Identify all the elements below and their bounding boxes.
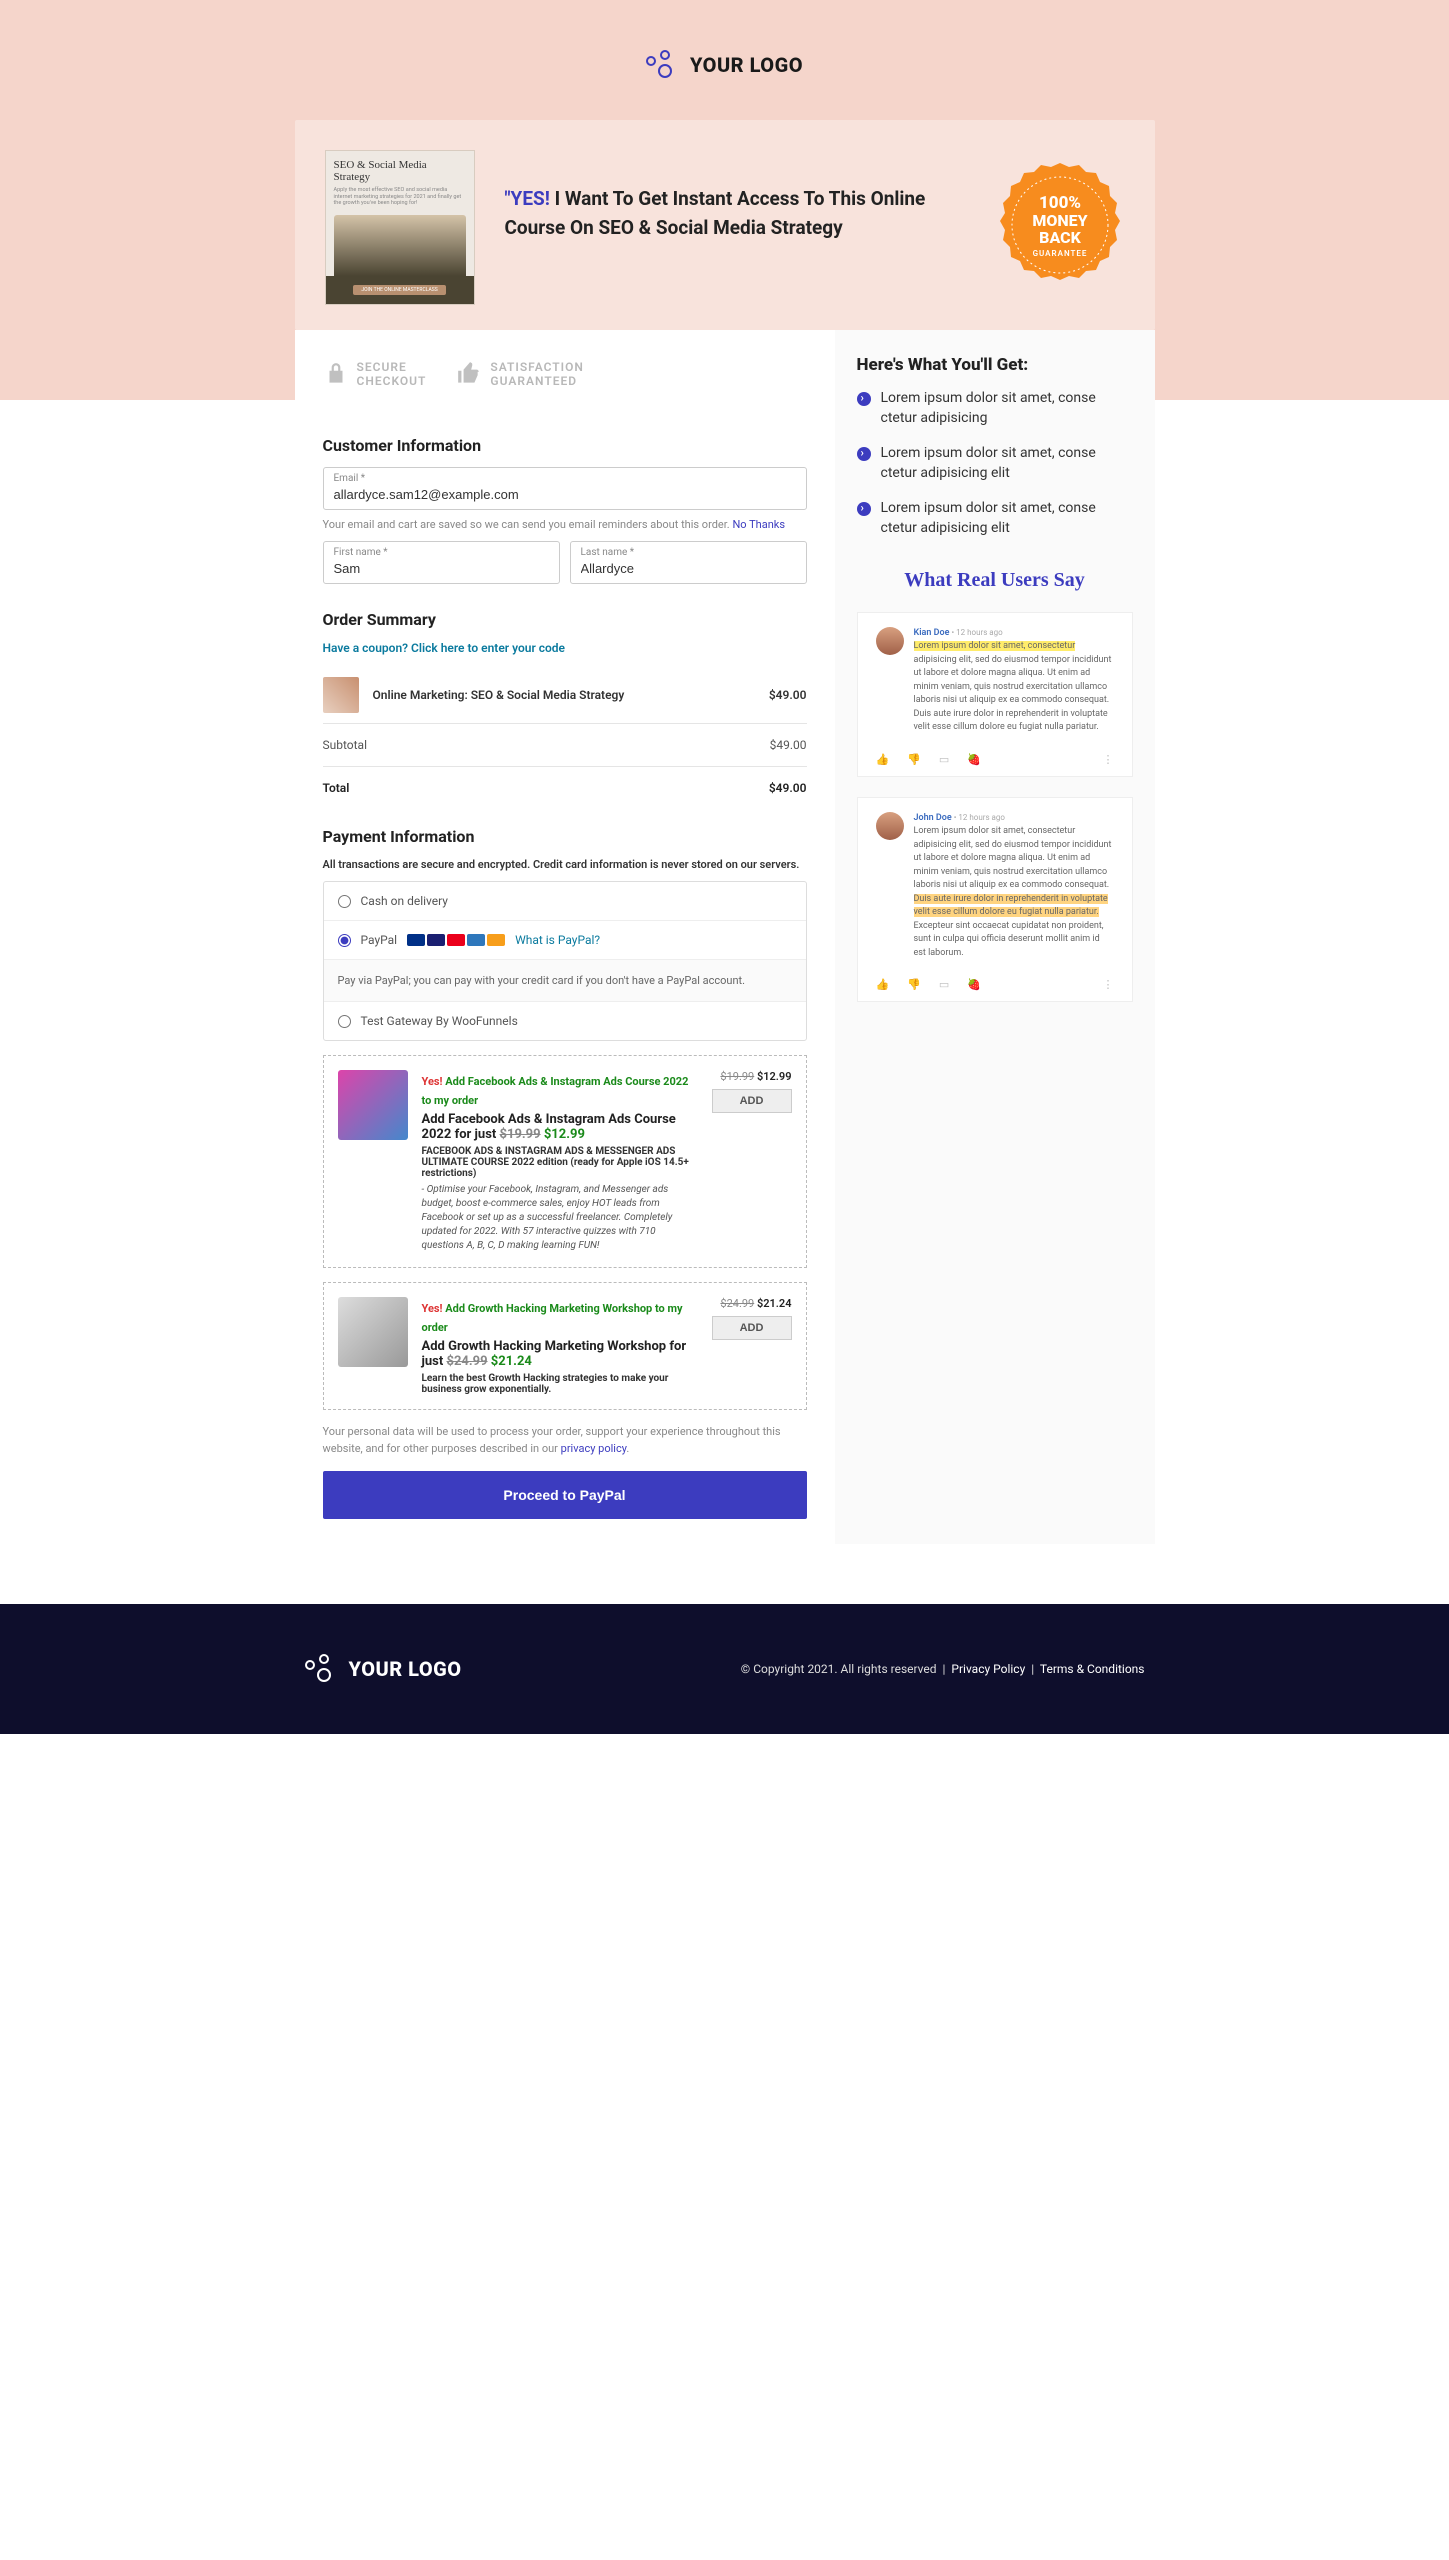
bump1-thumb-icon [338,1070,408,1140]
trust-badges: SECURECHECKOUT SATISFACTIONGUARANTEED [323,355,807,418]
email-input[interactable] [334,487,796,502]
subtotal-row: Subtotal$49.00 [323,724,807,767]
logo-icon [305,1654,339,1684]
total-row: Total$49.00 [323,767,807,809]
payment-security-note: All transactions are secure and encrypte… [323,858,807,871]
paypal-description: Pay via PayPal; you can pay with your cr… [324,960,806,1002]
hero-headline: "YES! I Want To Get Instant Access To Th… [505,150,965,242]
benefits-heading: Here's What You'll Get: [857,355,1133,375]
thumbs-up-icon [456,361,482,387]
hero-product-thumb: SEO & Social Media Strategy Apply the mo… [325,150,475,305]
privacy-note: Your personal data will be used to proce… [323,1424,807,1457]
bump2-add-button[interactable]: ADD [712,1316,792,1340]
privacy-policy-link[interactable]: privacy policy [561,1442,627,1455]
product-thumb-icon [323,677,359,713]
benefit-item: Lorem ipsum dolor sit amet, conse ctetur… [857,499,1133,538]
proceed-button[interactable]: Proceed to PayPal [323,1471,807,1519]
header-logo: YOUR LOGO [0,30,1449,120]
what-is-paypal-link[interactable]: What is PayPal? [515,933,600,947]
bullet-icon [857,392,871,406]
svg-text:100%: 100% [1038,193,1080,213]
customer-info-heading: Customer Information [323,436,807,455]
thumbs-up-icon[interactable]: 👍 [876,753,890,766]
firstname-input[interactable] [334,561,549,576]
footer-privacy-link[interactable]: Privacy Policy [951,1662,1025,1676]
logo-icon [646,50,680,80]
order-bump-1: Yes! Add Facebook Ads & Instagram Ads Co… [323,1055,807,1268]
benefit-item: Lorem ipsum dolor sit amet, conse ctetur… [857,389,1133,428]
more-icon[interactable]: ⋮ [1103,753,1114,766]
firstname-field[interactable]: First name * [323,541,560,584]
svg-text:GUARANTEE: GUARANTEE [1032,249,1087,258]
email-hint: Your email and cart are saved so we can … [323,518,807,531]
more-icon[interactable]: ⋮ [1103,978,1114,991]
footer-logo-text: YOUR LOGO [349,1657,462,1681]
bullet-icon [857,447,871,461]
order-line-item: Online Marketing: SEO & Social Media Str… [323,667,807,724]
bullet-icon [857,502,871,516]
testimonials-heading: What Real Users Say [857,569,1133,592]
payment-info-heading: Payment Information [323,827,807,846]
svg-text:BACK: BACK [1039,228,1081,247]
review-actions: 👍👎▭🍓⋮ [876,745,1114,766]
lastname-input[interactable] [581,561,796,576]
card-icons [407,934,505,946]
coupon-link[interactable]: Have a coupon? Click here to enter your … [323,641,807,655]
avatar [876,627,904,655]
no-thanks-link[interactable]: No Thanks [732,518,785,531]
lastname-field[interactable]: Last name * [570,541,807,584]
payment-cod[interactable]: Cash on delivery [324,882,806,921]
share-icon[interactable]: ▭ [939,978,949,991]
thumbs-up-icon[interactable]: 👍 [876,978,890,991]
order-bump-2: Yes! Add Growth Hacking Marketing Worksh… [323,1282,807,1410]
guarantee-badge: 100% MONEY BACK GUARANTEE [995,160,1125,290]
avatar [876,812,904,840]
footer-terms-link[interactable]: Terms & Conditions [1040,1662,1145,1676]
payment-test-gateway[interactable]: Test Gateway By WooFunnels [324,1002,806,1040]
bump2-thumb-icon [338,1297,408,1367]
payment-paypal[interactable]: PayPal What is PayPal? [324,921,806,960]
logo-text: YOUR LOGO [690,53,803,77]
share-icon[interactable]: ▭ [939,753,949,766]
thumbs-down-icon[interactable]: 👎 [907,978,921,991]
lock-icon [323,361,349,387]
review-actions: 👍👎▭🍓⋮ [876,970,1114,991]
order-summary-heading: Order Summary [323,610,807,629]
benefit-item: Lorem ipsum dolor sit amet, conse ctetur… [857,444,1133,483]
email-field[interactable]: Email * [323,467,807,510]
bump1-add-button[interactable]: ADD [712,1089,792,1113]
review-card: John Doe • 12 hours ago Lorem ipsum dolo… [857,797,1133,1003]
review-card: Kian Doe • 12 hours ago Lorem ipsum dolo… [857,612,1133,777]
footer: YOUR LOGO © Copyright 2021. All rights r… [0,1604,1449,1734]
thumbs-down-icon[interactable]: 👎 [907,753,921,766]
